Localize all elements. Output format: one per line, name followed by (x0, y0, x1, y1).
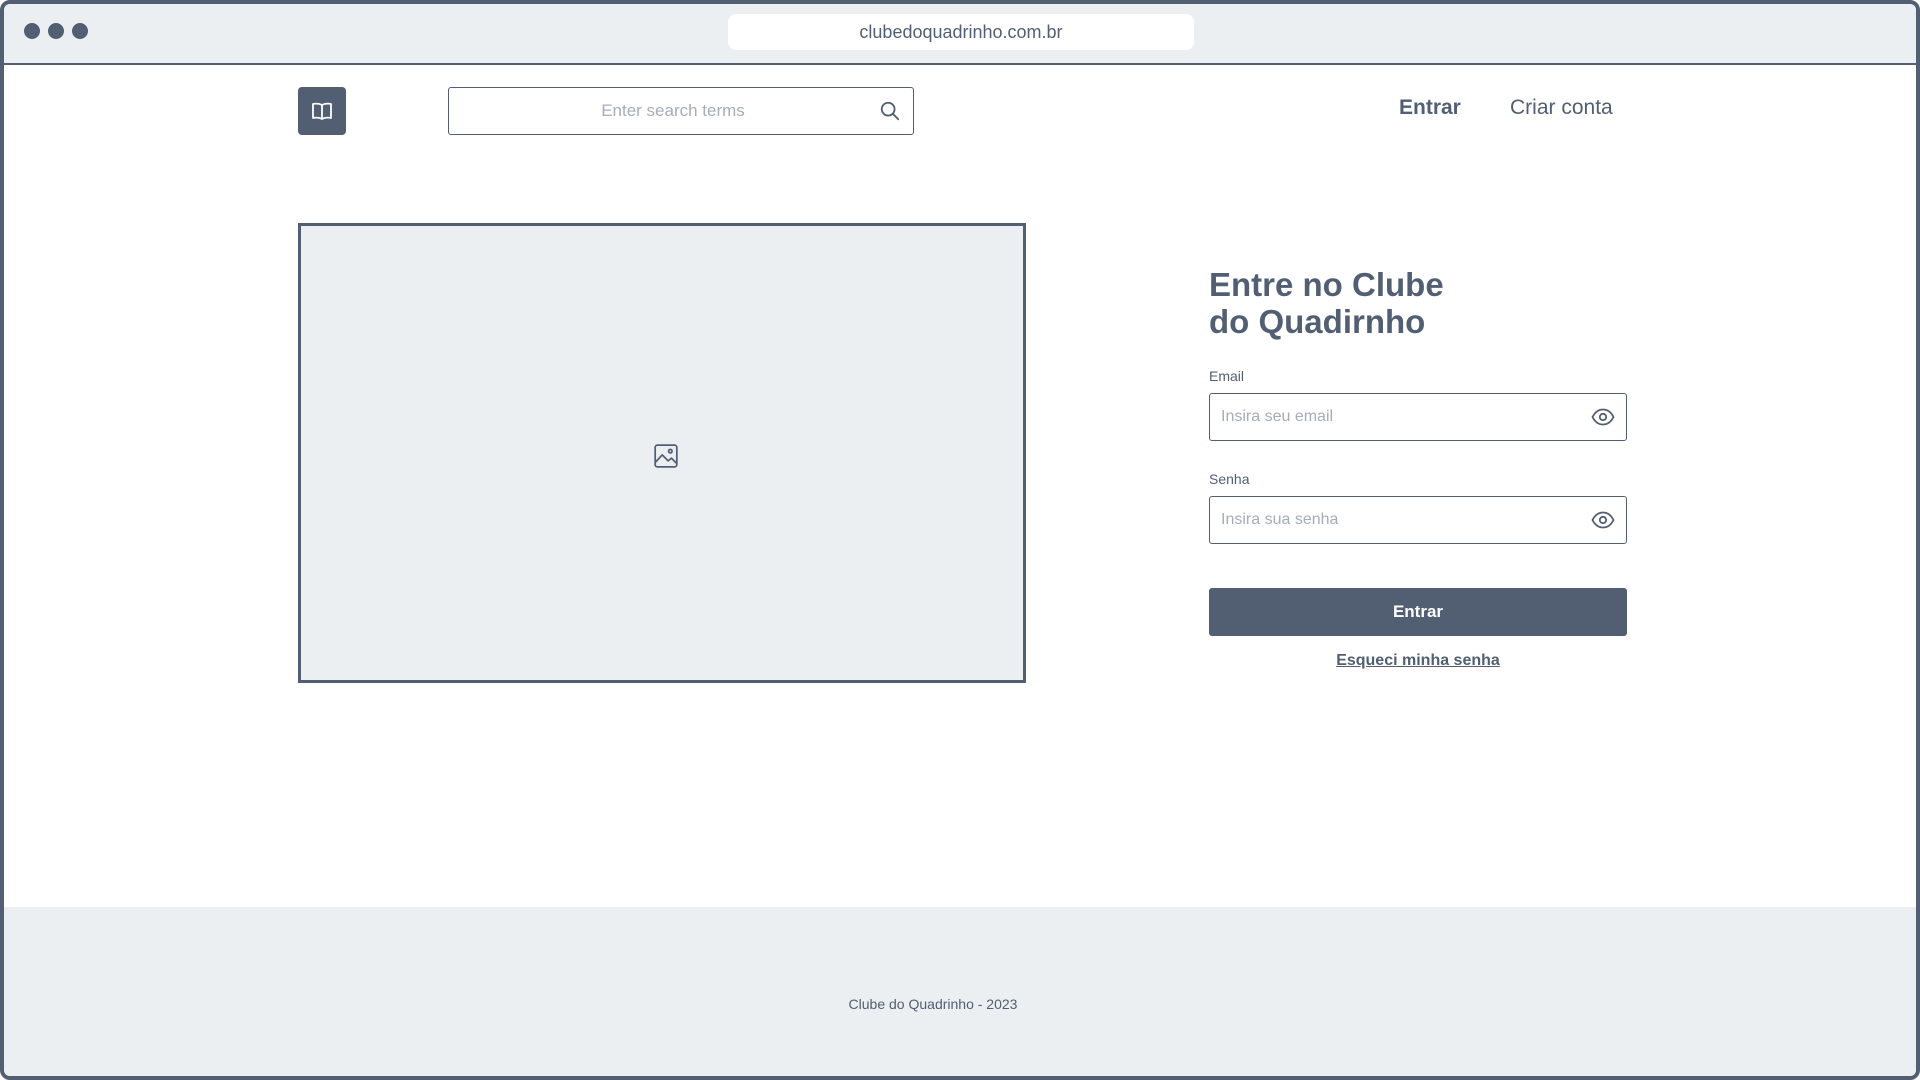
login-title-line1: Entre no Clube (1209, 266, 1444, 303)
search-box (448, 87, 914, 135)
footer-copyright: Clube do Quadrinho - 2023 (848, 996, 1018, 1012)
window-close-dot[interactable] (24, 23, 40, 39)
footer: Clube do Quadrinho - 2023 (4, 907, 1916, 1076)
window-minimize-dot[interactable] (48, 23, 64, 39)
password-field[interactable] (1210, 497, 1570, 542)
image-icon (654, 444, 678, 468)
email-field-box (1209, 393, 1627, 441)
hero-image-placeholder (298, 223, 1026, 683)
search-input[interactable] (449, 88, 869, 133)
password-field-box (1209, 496, 1627, 544)
window-maximize-dot[interactable] (72, 23, 88, 39)
login-title-line2: do Quadirnho (1209, 303, 1426, 340)
nav-signup-link[interactable]: Criar conta (1510, 96, 1613, 120)
book-icon (312, 102, 332, 120)
address-bar-url: clubedoquadrinho.com.br (859, 21, 1063, 42)
address-bar[interactable]: clubedoquadrinho.com.br (728, 14, 1194, 50)
eye-icon[interactable] (1591, 509, 1615, 531)
eye-icon[interactable] (1591, 406, 1615, 428)
email-label: Email (1209, 368, 1245, 384)
login-submit-button[interactable]: Entrar (1209, 588, 1627, 636)
browser-chrome: clubedoquadrinho.com.br (4, 4, 1916, 65)
forgot-password-link[interactable]: Esqueci minha senha (1336, 652, 1500, 669)
nav-login-link[interactable]: Entrar (1399, 96, 1461, 120)
email-field[interactable] (1210, 394, 1570, 439)
home-logo-button[interactable] (298, 87, 346, 135)
login-title: Entre no Clube do Quadirnho (1209, 266, 1529, 340)
search-icon[interactable] (879, 100, 901, 122)
password-label: Senha (1209, 471, 1250, 487)
forgot-password-container: Esqueci minha senha (1209, 652, 1627, 670)
browser-window: clubedoquadrinho.com.br Entrar Criar con… (0, 0, 1920, 1080)
